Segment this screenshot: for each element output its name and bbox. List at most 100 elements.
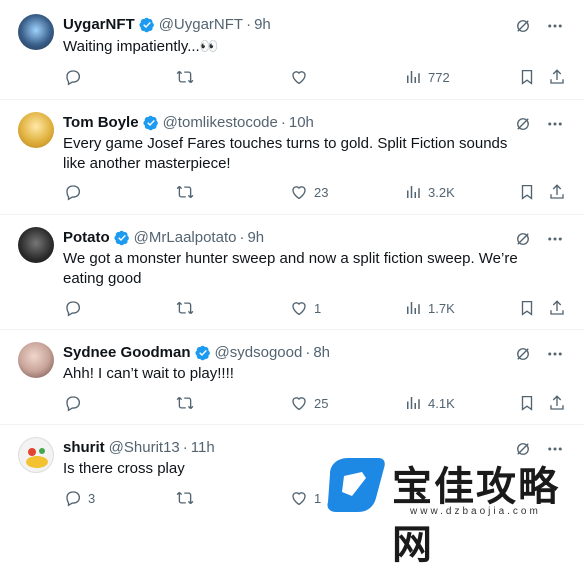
heart-icon <box>290 394 308 412</box>
bookmark-button[interactable] <box>518 183 536 201</box>
author-name[interactable]: shurit <box>63 439 105 456</box>
views-count: 3.2K <box>428 184 455 200</box>
share-icon <box>548 299 566 317</box>
author-handle[interactable]: @tomlikestocode <box>163 114 278 131</box>
reply-icon <box>64 183 82 201</box>
timestamp[interactable]: 9h <box>254 16 271 33</box>
grok-icon[interactable] <box>514 17 532 35</box>
avatar[interactable] <box>18 14 54 50</box>
bookmark-button[interactable] <box>518 68 536 86</box>
separator-dot: · <box>305 344 311 361</box>
timestamp[interactable]: 10h <box>289 114 314 131</box>
grok-icon[interactable] <box>514 345 532 363</box>
author-handle[interactable]: @Shurit13 <box>109 439 180 456</box>
timestamp[interactable]: 11h <box>191 439 215 456</box>
heart-icon <box>290 183 308 201</box>
avatar[interactable] <box>18 342 54 378</box>
share-button[interactable] <box>548 183 566 201</box>
timestamp[interactable]: 9h <box>247 229 264 246</box>
share-button[interactable] <box>548 68 566 86</box>
views-count: 772 <box>428 69 450 85</box>
avatar[interactable] <box>18 112 54 148</box>
like-button[interactable] <box>290 68 314 86</box>
retweet-button[interactable] <box>176 394 200 412</box>
reply-button[interactable] <box>64 183 88 201</box>
verified-badge-icon <box>195 345 211 361</box>
tweet-1[interactable]: UygarNFT @UygarNFT · 9h Waiting impatien… <box>0 0 584 100</box>
retweet-button[interactable] <box>176 299 200 317</box>
retweet-icon <box>176 489 194 507</box>
share-button[interactable] <box>548 299 566 317</box>
like-count: 23 <box>314 184 329 200</box>
separator-dot: · <box>182 439 188 456</box>
bookmark-icon <box>518 183 536 201</box>
bookmark-icon <box>518 68 536 86</box>
reply-button[interactable] <box>64 299 88 317</box>
like-button[interactable]: 25 <box>290 394 328 412</box>
verified-badge-icon <box>114 230 130 246</box>
author-name[interactable]: UygarNFT <box>63 16 135 33</box>
avatar-illustration-icon <box>26 448 48 468</box>
views-button[interactable]: 4.1K <box>404 394 455 412</box>
watermark-url: www.dzbaojia.com <box>410 506 541 517</box>
reply-icon <box>64 299 82 317</box>
tweet-4[interactable]: Sydnee Goodman @sydsogood · 8h Ahh! I ca… <box>0 330 584 425</box>
tweet-2[interactable]: Tom Boyle @tomlikestocode · 10h Every ga… <box>0 100 584 215</box>
share-button[interactable] <box>548 394 566 412</box>
author-handle[interactable]: @MrLaalpotato <box>134 229 237 246</box>
share-icon <box>548 394 566 412</box>
views-icon <box>404 299 422 317</box>
timestamp[interactable]: 8h <box>313 344 330 361</box>
more-options-icon[interactable] <box>546 17 564 35</box>
tweet-text: Every game Josef Fares touches turns to … <box>63 135 508 172</box>
views-count: 4.1K <box>428 395 455 411</box>
avatar[interactable] <box>18 437 54 473</box>
retweet-button[interactable] <box>176 68 200 86</box>
reply-button[interactable] <box>64 68 88 86</box>
retweet-button[interactable] <box>176 489 200 507</box>
like-button[interactable]: 23 <box>290 183 328 201</box>
more-options-icon[interactable] <box>546 115 564 133</box>
tweet-text: Waiting impatiently...👀 <box>63 38 219 55</box>
separator-dot: · <box>239 229 245 246</box>
bookmark-icon <box>518 394 536 412</box>
like-button[interactable]: 1 <box>290 299 321 317</box>
like-count: 25 <box>314 395 329 411</box>
separator-dot: · <box>280 114 286 131</box>
views-button[interactable]: 772 <box>404 68 450 86</box>
author-name[interactable]: Sydnee Goodman <box>63 344 191 361</box>
bookmark-button[interactable] <box>518 394 536 412</box>
verified-badge-icon <box>139 17 155 33</box>
tweet-text: Ahh! I can’t wait to play!!!! <box>63 365 234 382</box>
author-name[interactable]: Potato <box>63 229 110 246</box>
like-button[interactable]: 1 <box>290 489 321 507</box>
author-handle[interactable]: @UygarNFT <box>159 16 243 33</box>
heart-icon <box>290 68 308 86</box>
heart-icon <box>290 489 308 507</box>
reply-icon <box>64 394 82 412</box>
verified-badge-icon <box>143 115 159 131</box>
retweet-icon <box>176 68 194 86</box>
tweet-3[interactable]: Potato @MrLaalpotato · 9h We got a monst… <box>0 215 584 330</box>
bookmark-icon <box>518 299 536 317</box>
watermark-logo-icon <box>327 458 385 512</box>
views-icon <box>404 183 422 201</box>
reply-button[interactable]: 3 <box>64 489 95 507</box>
reply-icon <box>64 489 82 507</box>
reply-button[interactable] <box>64 394 88 412</box>
grok-icon[interactable] <box>514 230 532 248</box>
author-handle[interactable]: @sydsogood <box>215 344 303 361</box>
views-button[interactable]: 1.7K <box>404 299 455 317</box>
more-options-icon[interactable] <box>546 230 564 248</box>
bookmark-button[interactable] <box>518 299 536 317</box>
site-watermark: 宝佳攻略网 www.dzbaojia.com <box>320 450 584 568</box>
views-button[interactable]: 3.2K <box>404 183 455 201</box>
retweet-button[interactable] <box>176 183 200 201</box>
avatar[interactable] <box>18 227 54 263</box>
grok-icon[interactable] <box>514 115 532 133</box>
retweet-icon <box>176 394 194 412</box>
heart-icon <box>290 299 308 317</box>
views-icon <box>404 68 422 86</box>
more-options-icon[interactable] <box>546 345 564 363</box>
author-name[interactable]: Tom Boyle <box>63 114 139 131</box>
